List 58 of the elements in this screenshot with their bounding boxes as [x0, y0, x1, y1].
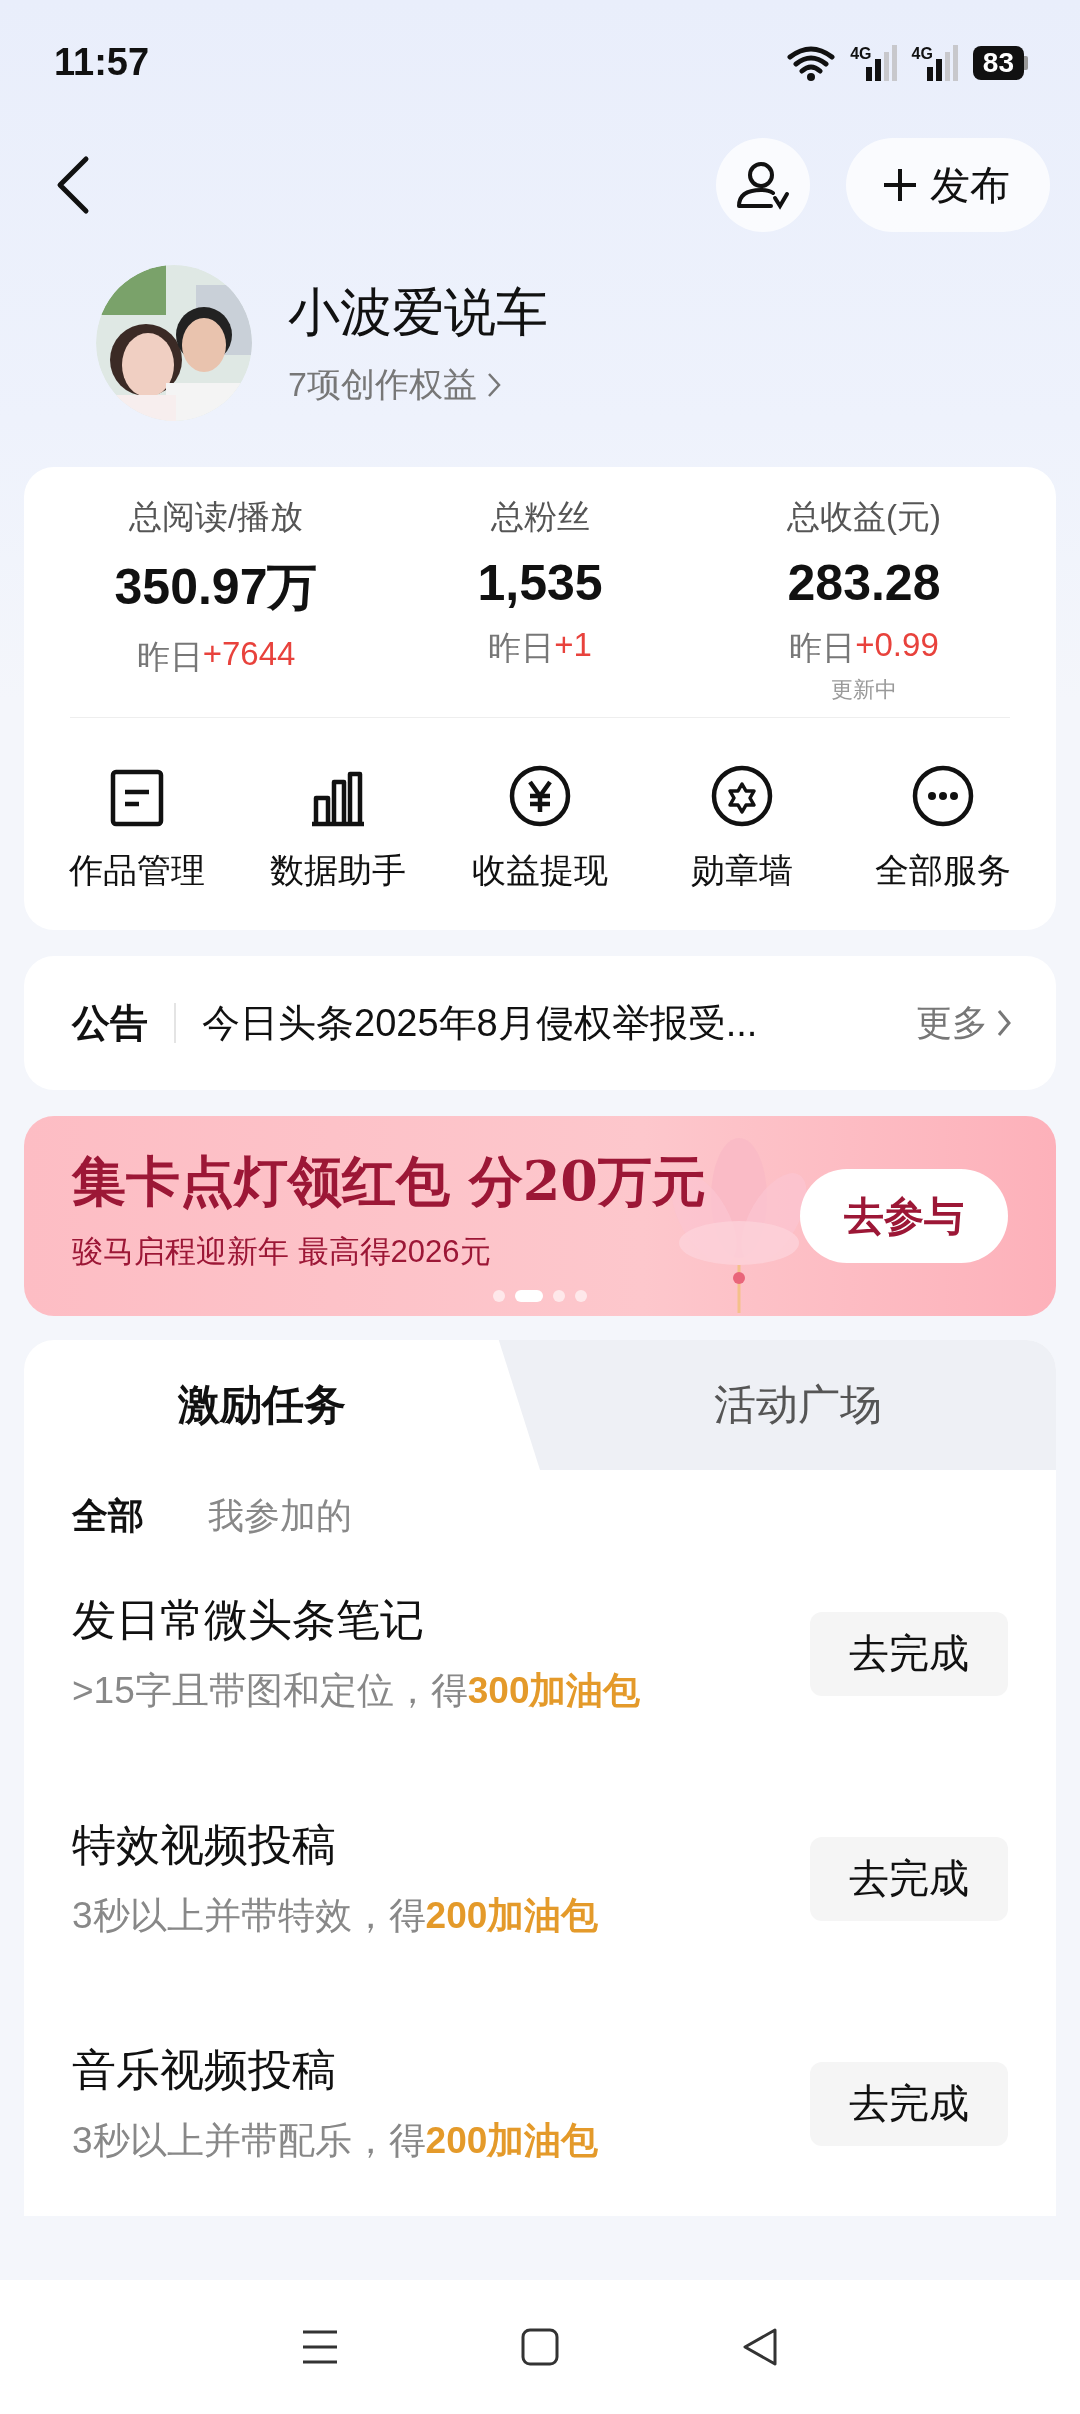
star-badge-icon [709, 764, 774, 828]
notice-card[interactable]: 公告 今日头条2025年8月侵权举报受... 更多 [24, 956, 1056, 1090]
task-title: 音乐视频投稿 [72, 2044, 337, 2096]
wifi-icon [786, 44, 837, 81]
filter-tab[interactable]: 我参加的 [208, 1492, 352, 1541]
user-name: 小波爱说车 [288, 282, 548, 343]
service-item[interactable]: 勋章墙 [640, 764, 843, 894]
join-button[interactable]: 去参与 [800, 1169, 1008, 1263]
user-check-icon [735, 160, 791, 210]
yesterday-change: +1 [554, 626, 592, 665]
publish-button[interactable]: 发布 [846, 138, 1050, 232]
chevron-right-icon [486, 372, 501, 398]
complete-button[interactable]: 去完成 [810, 2061, 1008, 2146]
banner-subtitle: 骏马启程迎新年 最高得2026元 [72, 1232, 492, 1271]
document-icon [108, 768, 165, 828]
task-title: 特效视频投稿 [72, 1819, 337, 1871]
tab[interactable]: 活动广场 [540, 1340, 1056, 1470]
service-item[interactable]: 作品管理 [36, 764, 238, 894]
menu-icon[interactable] [301, 2329, 339, 2365]
status-time: 11:57 [54, 41, 150, 84]
home-icon[interactable] [521, 2328, 559, 2366]
service-item[interactable]: 数据助手 [237, 764, 440, 894]
tab[interactable]: 激励任务 [24, 1340, 540, 1470]
more-icon [911, 764, 976, 828]
notice-text: 今日头条2025年8月侵权举报受... [202, 1000, 759, 1046]
complete-button[interactable]: 去完成 [810, 1836, 1008, 1921]
yuan-icon [508, 764, 572, 828]
benefits-link[interactable]: 7项创作权益 [288, 362, 548, 408]
task-description: >15字且带图和定位，得300加油包 [72, 1669, 641, 1713]
battery-level: 83 [972, 45, 1024, 80]
stat-label: 总收益(元) [787, 497, 941, 537]
plus-icon [882, 167, 918, 203]
chevron-right-icon [996, 1008, 1012, 1038]
network-type: 4G [911, 44, 933, 63]
stat-label: 总粉丝 [490, 497, 590, 537]
task-description: 3秒以上并带配乐，得200加油包 [72, 2119, 599, 2163]
banner-title: 集卡点灯领红包 分20万元 [72, 1147, 707, 1215]
yesterday-label: 昨日 [488, 628, 555, 668]
more-link[interactable]: 更多 [916, 998, 1012, 1048]
stat-value: 1,535 [477, 554, 603, 612]
filter-tab[interactable]: 全部 [72, 1492, 144, 1541]
service-item[interactable]: 收益提现 [439, 764, 641, 894]
task-title: 发日常微头条笔记 [72, 1594, 425, 1646]
update-note: 更新中 [831, 676, 897, 704]
notice-label: 公告 [72, 1000, 148, 1046]
task-description: 3秒以上并带特效，得200加油包 [72, 1894, 599, 1938]
stat-value: 350.97万 [114, 558, 318, 617]
back-icon[interactable] [741, 2327, 779, 2367]
service-item[interactable]: 全部服务 [842, 764, 1044, 894]
promo-banner[interactable]: 集卡点灯领红包 分20万元 骏马启程迎新年 最高得2026元 去参与 [24, 1116, 1056, 1316]
complete-button[interactable]: 去完成 [810, 1611, 1008, 1696]
yesterday-label: 昨日 [789, 628, 856, 668]
stat-value: 283.28 [787, 554, 941, 612]
yesterday-change: +0.99 [855, 626, 939, 665]
stat-label: 总阅读/播放 [128, 497, 304, 537]
yesterday-label: 昨日 [136, 637, 203, 677]
yesterday-change: +7644 [202, 635, 296, 674]
network-type: 4G [850, 44, 872, 63]
